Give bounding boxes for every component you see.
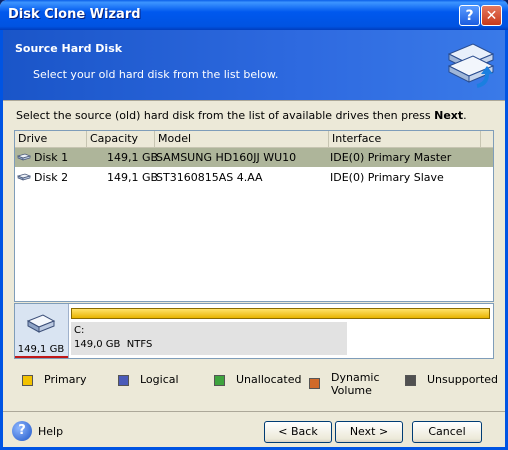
- drive-row[interactable]: Disk 1 149,1 GB SAMSUNG HD160JJ WU10 IDE…: [15, 148, 493, 167]
- interface-cell: IDE(0) Primary Master: [330, 151, 452, 164]
- legend-label: Unallocated: [236, 373, 302, 386]
- drive-cell: Disk 1: [34, 151, 69, 164]
- hard-disk-icon: [17, 153, 31, 161]
- help-link[interactable]: Help: [38, 425, 63, 438]
- legend-swatch-unallocated: [214, 375, 225, 386]
- capacity-cell: 149,1 GB: [107, 151, 159, 164]
- disk-map-disk-tile[interactable]: 149,1 GB: [15, 304, 69, 358]
- partition-block[interactable]: C: 149,0 GB NTFS: [71, 322, 347, 355]
- back-button[interactable]: < Back: [264, 421, 332, 443]
- interface-cell: IDE(0) Primary Slave: [330, 171, 444, 184]
- drive-row[interactable]: Disk 2 149,1 GB ST3160815AS 4.AA IDE(0) …: [15, 168, 493, 187]
- column-header-drive[interactable]: Drive: [15, 131, 87, 147]
- partition-letter: C:: [74, 325, 85, 336]
- hard-disk-copy-icon: [447, 43, 495, 88]
- header-divider: [3, 100, 505, 101]
- footer-divider: [3, 411, 505, 412]
- legend-swatch-unsupported: [405, 375, 416, 386]
- cancel-button[interactable]: Cancel: [412, 421, 482, 443]
- column-header-model[interactable]: Model: [155, 131, 329, 147]
- drive-cell: Disk 2: [34, 171, 69, 184]
- wizard-window: Disk Clone Wizard ? ✕ Source Hard Disk S…: [0, 0, 508, 450]
- legend-label: Primary: [44, 373, 87, 386]
- header-subtitle: Select your old hard disk from the list …: [33, 68, 279, 81]
- title-bar[interactable]: Disk Clone Wizard ? ✕: [0, 0, 508, 30]
- window-title: Disk Clone Wizard: [8, 7, 141, 22]
- capacity-cell: 149,1 GB: [107, 171, 159, 184]
- title-close-button[interactable]: ✕: [481, 5, 502, 26]
- legend-swatch-dynamic-volume: [309, 378, 320, 389]
- legend-label: Dynamic Volume: [331, 371, 380, 397]
- disk-size-label: 149,1 GB: [17, 344, 65, 355]
- partition-info: 149,0 GB NTFS: [74, 339, 153, 350]
- instruction-text: Select the source (old) hard disk from t…: [16, 109, 467, 122]
- model-cell: SAMSUNG HD160JJ WU10: [156, 151, 297, 164]
- legend-swatch-primary: [22, 375, 33, 386]
- legend-label: Unsupported: [427, 373, 499, 386]
- legend-label: Logical: [140, 373, 179, 386]
- title-help-button[interactable]: ?: [459, 5, 480, 26]
- column-header-capacity[interactable]: Capacity: [87, 131, 155, 147]
- partition-bar[interactable]: [71, 308, 490, 319]
- wizard-header: Source Hard Disk Select your old hard di…: [3, 30, 505, 100]
- instruction-next-word: Next: [434, 109, 464, 122]
- drive-list[interactable]: Drive Capacity Model Interface Disk 1 14…: [14, 130, 494, 302]
- hard-disk-icon: [17, 173, 31, 181]
- selected-disk-indicator: [15, 356, 68, 358]
- hard-disk-icon: [26, 314, 56, 333]
- help-icon[interactable]: ?: [12, 421, 32, 441]
- column-header-interface[interactable]: Interface: [329, 131, 481, 147]
- header-title: Source Hard Disk: [15, 42, 123, 55]
- disk-map: 149,1 GB C: 149,0 GB NTFS: [14, 303, 494, 359]
- model-cell: ST3160815AS 4.AA: [156, 171, 263, 184]
- next-button[interactable]: Next >: [335, 421, 403, 443]
- drive-list-header: Drive Capacity Model Interface: [15, 131, 493, 148]
- legend-swatch-logical: [118, 375, 129, 386]
